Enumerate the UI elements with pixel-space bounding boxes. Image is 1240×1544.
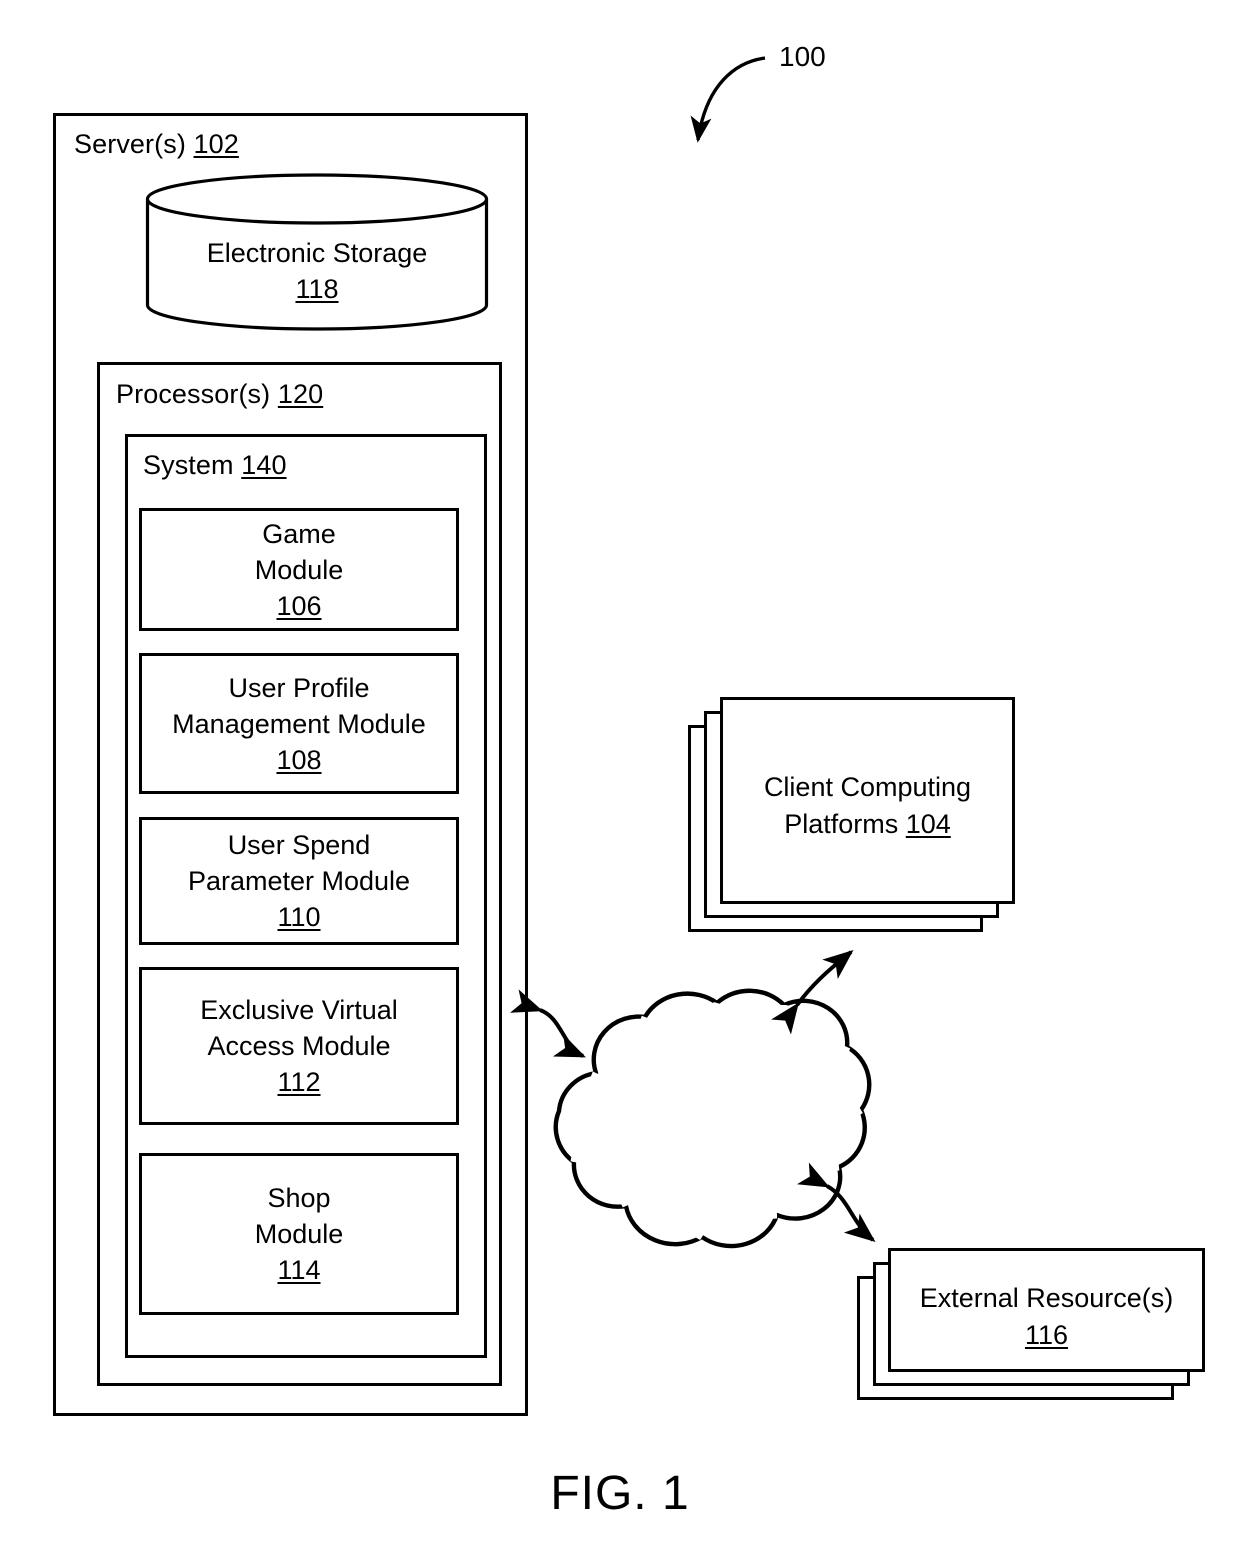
figure-caption: FIG. 1	[550, 1467, 690, 1520]
electronic-storage-ref: 118	[295, 274, 339, 304]
electronic-storage-title: Electronic Storage	[206, 238, 428, 268]
figure-callout-100: 100	[779, 41, 826, 72]
electronic-storage-text: Electronic Storage 118	[145, 235, 489, 307]
arrow-server-cloud	[510, 989, 586, 1058]
module-shop[interactable]: Shop Module 114	[139, 1153, 459, 1315]
client-computing-platforms-stack[interactable]: Client Computing Platforms 104	[688, 697, 1018, 947]
electronic-storage-cylinder: Electronic Storage 118	[145, 173, 489, 331]
external-resources-ref: 116	[1024, 1320, 1069, 1350]
client-platforms-text: Client Computing Platforms 104	[720, 769, 1015, 843]
module-user-profile-management-ref: 108	[276, 744, 322, 775]
processor-label: Processor(s) 120	[116, 381, 323, 408]
module-user-profile-management[interactable]: User Profile Management Module 108	[139, 653, 459, 794]
server-label: Server(s) 102	[74, 131, 239, 158]
processor-title: Processor(s)	[116, 379, 271, 409]
module-exclusive-virtual-access[interactable]: Exclusive Virtual Access Module 112	[139, 967, 459, 1125]
module-game-ref: 106	[276, 590, 322, 621]
client-platforms-title: Client Computing	[763, 772, 972, 802]
client-platforms-title-line2: Platforms 104	[720, 806, 1015, 843]
arrow-cloud-external-resources	[796, 1162, 876, 1243]
client-platforms-subtitle: Platforms	[784, 809, 899, 839]
arrow-cloud-client-platforms	[771, 950, 854, 1035]
server-ref: 102	[193, 129, 239, 159]
client-platforms-ref: 104	[905, 809, 951, 839]
system-title: System	[143, 450, 234, 480]
external-resources-text: External Resource(s) 116	[888, 1280, 1205, 1354]
external-resources-title: External Resource(s)	[919, 1283, 1174, 1313]
processor-ref: 120	[277, 379, 324, 409]
module-user-profile-management-name: User Profile Management Module	[172, 672, 426, 739]
module-user-spend-parameter-ref: 110	[277, 902, 321, 932]
system-ref: 140	[241, 450, 287, 480]
module-shop-name: Shop Module	[254, 1183, 344, 1249]
module-game-name: Game Module	[254, 518, 344, 585]
module-game[interactable]: Game Module 106	[139, 508, 459, 631]
system-label: System 140	[143, 452, 287, 479]
patent-figure: 100 Server(s) 102 Electronic Storage 118…	[0, 0, 1240, 1544]
module-user-spend-parameter[interactable]: User Spend Parameter Module 110	[139, 817, 459, 945]
module-exclusive-virtual-access-ref: 112	[277, 1067, 321, 1097]
module-shop-ref: 114	[277, 1255, 321, 1285]
module-user-spend-parameter-name: User Spend Parameter Module	[187, 830, 411, 896]
external-resources-stack[interactable]: External Resource(s) 116	[857, 1248, 1217, 1418]
module-exclusive-virtual-access-name: Exclusive Virtual Access Module	[200, 995, 398, 1061]
callout-arrow	[690, 56, 766, 143]
cloud-icon	[553, 988, 872, 1249]
server-title: Server(s)	[74, 129, 186, 159]
